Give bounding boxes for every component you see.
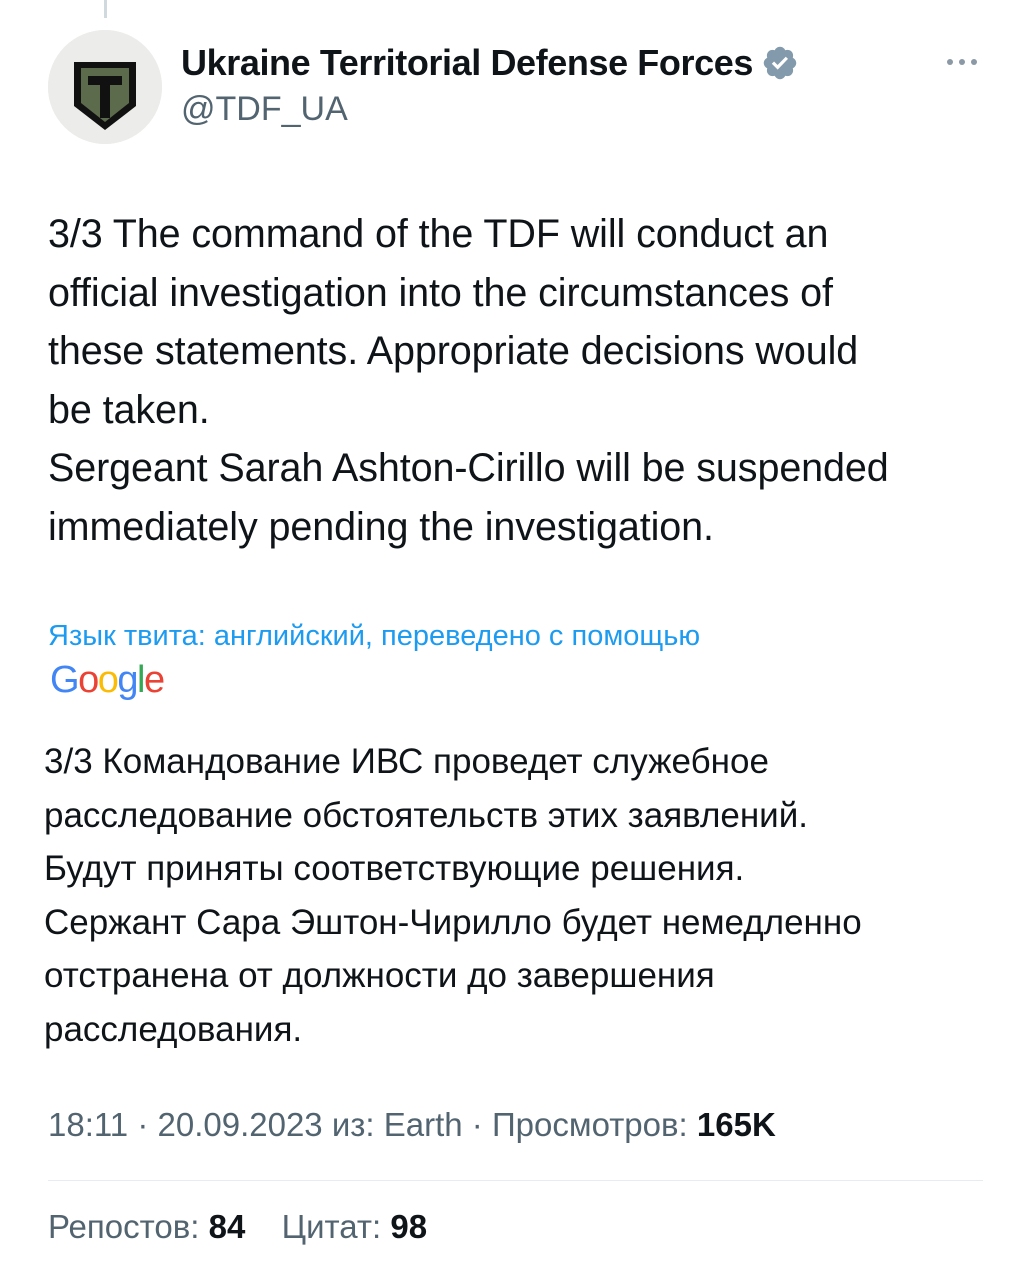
thread-connector-line	[104, 0, 107, 18]
tweet-source: Earth	[383, 1106, 463, 1143]
translated-tweet-text: 3/3 Командование ИВС проведет служебное …	[44, 742, 862, 1049]
reposts-label: Репостов:	[48, 1208, 200, 1245]
google-logo[interactable]: Google	[50, 655, 165, 705]
author-handle[interactable]: @TDF_UA	[181, 90, 348, 129]
quotes-count: 98	[390, 1208, 428, 1245]
divider	[48, 1180, 983, 1181]
engagement-stats: Репостов: 84 Цитат: 98	[48, 1208, 427, 1246]
views-count[interactable]: 165K	[697, 1106, 776, 1143]
meta-separator: ·	[471, 1106, 483, 1143]
tweet-meta: 18:11 · 20.09.2023 из: Earth · Просмотро…	[48, 1106, 776, 1144]
views-label: Просмотров:	[491, 1106, 688, 1143]
more-options-icon[interactable]	[944, 50, 980, 74]
reposts-count: 84	[208, 1208, 246, 1245]
reposts-link[interactable]: Репостов: 84	[48, 1208, 255, 1245]
author-name-row: Ukraine Territorial Defense Forces	[181, 40, 799, 86]
tweet-text: 3/3 The command of the TDF will conduct …	[48, 212, 889, 549]
tweet-date[interactable]: 20.09.2023	[157, 1106, 322, 1143]
tdf-shield-logo-icon	[48, 30, 162, 144]
author-display-name[interactable]: Ukraine Territorial Defense Forces	[181, 42, 753, 84]
source-prefix: из:	[331, 1106, 375, 1143]
meta-separator: ·	[137, 1106, 149, 1143]
quotes-link[interactable]: Цитат: 98	[282, 1208, 427, 1245]
translation-note-link[interactable]: Язык твита: английский, переведено с пом…	[48, 620, 700, 653]
avatar[interactable]	[48, 30, 162, 144]
verified-badge-icon	[763, 46, 797, 80]
tweet-time[interactable]: 18:11	[48, 1106, 128, 1143]
quotes-label: Цитат:	[281, 1208, 382, 1245]
